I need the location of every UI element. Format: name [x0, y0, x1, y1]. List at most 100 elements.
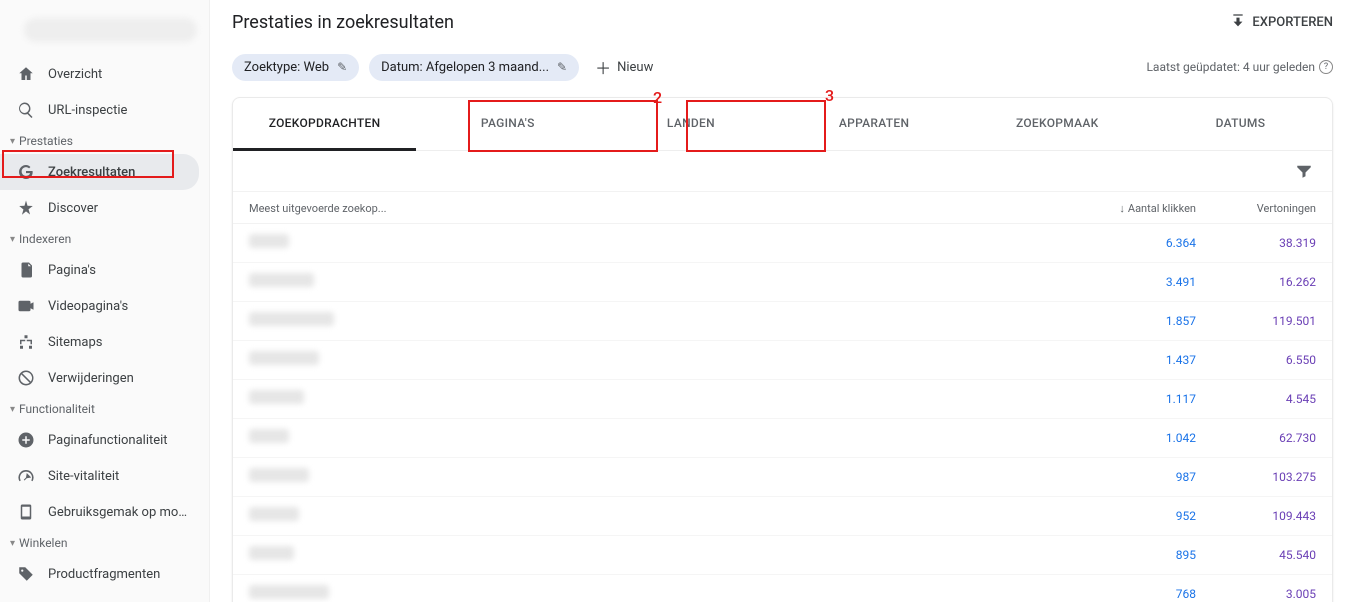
sidebar-item-site-vitaliteit[interactable]: Site-vitaliteit — [0, 458, 199, 494]
query-cell — [249, 585, 1056, 602]
last-updated: Laatst geüpdatet: 4 uur geleden ? — [1146, 60, 1333, 74]
sidebar-item-videopagina-s[interactable]: Videopagina's — [0, 288, 199, 324]
chevron-down-icon: ▾ — [10, 234, 15, 245]
impressions-cell: 38.319 — [1196, 236, 1316, 250]
tab-landen[interactable]: LANDEN — [599, 98, 782, 150]
query-cell — [249, 351, 1056, 369]
sidebar-item-label: Pagina's — [48, 263, 96, 278]
sidebar-item-pagina-s[interactable]: Pagina's — [0, 252, 199, 288]
clicks-cell: 768 — [1056, 587, 1196, 601]
filter-icon[interactable] — [1292, 159, 1316, 183]
sidebar-section[interactable]: ▾Winkelen — [0, 530, 209, 556]
plus-circle-icon — [16, 430, 36, 450]
download-icon — [1230, 13, 1246, 33]
table-row[interactable]: 1.857119.501 — [233, 302, 1332, 341]
sidebar-section[interactable]: ▾Indexeren — [0, 226, 209, 252]
query-cell — [249, 429, 1056, 447]
clicks-cell: 952 — [1056, 509, 1196, 523]
export-label: EXPORTEREN — [1252, 15, 1333, 30]
sidebar-item-gebruiksgemak-op-mob-[interactable]: Gebruiksgemak op mob... — [0, 494, 199, 530]
table-header: Meest uitgevoerde zoekop... ↓ Aantal kli… — [233, 192, 1332, 224]
sidebar-item-label: Paginafunctionaliteit — [48, 433, 168, 448]
table-row[interactable]: 1.4376.550 — [233, 341, 1332, 380]
impressions-cell: 45.540 — [1196, 548, 1316, 562]
sidebar-item-label: Verwijderingen — [48, 371, 134, 386]
new-filter-button[interactable]: ＋ Nieuw — [589, 51, 659, 83]
sidebar-item-label: Discover — [48, 201, 98, 216]
sidebar-item-overzicht[interactable]: Overzicht — [0, 56, 199, 92]
tab-zoekopdrachten[interactable]: ZOEKOPDRACHTEN — [233, 98, 416, 151]
sidebar-item-label: Videopagina's — [48, 299, 128, 314]
query-cell — [249, 507, 1056, 525]
chevron-down-icon: ▾ — [10, 136, 15, 147]
table-row[interactable]: 987103.275 — [233, 458, 1332, 497]
plus-icon: ＋ — [595, 55, 611, 79]
query-cell — [249, 234, 1056, 252]
sidebar-item-discover[interactable]: Discover — [0, 190, 199, 226]
table-row[interactable]: 1.04262.730 — [233, 419, 1332, 458]
pencil-icon: ✎ — [337, 60, 347, 74]
impressions-cell: 119.501 — [1196, 314, 1316, 328]
pencil-icon: ✎ — [557, 60, 567, 74]
clicks-cell: 1.042 — [1056, 431, 1196, 445]
table-row[interactable]: 1.1174.545 — [233, 380, 1332, 419]
tab-pagina-s[interactable]: PAGINA'S — [416, 98, 599, 150]
sidebar-item-verwijderingen[interactable]: Verwijderingen — [0, 360, 199, 396]
sidebar-section[interactable]: ▾Prestaties — [0, 128, 209, 154]
tab-apparaten[interactable]: APPARATEN — [783, 98, 966, 150]
sidebar-item-productfragmenten[interactable]: Productfragmenten — [0, 556, 199, 592]
sidebar-item-label: Sitemaps — [48, 335, 103, 350]
filter-chip-date[interactable]: Datum: Afgelopen 3 maand... ✎ — [369, 54, 579, 81]
sidebar-item-label: Overzicht — [48, 67, 102, 82]
impressions-cell: 16.262 — [1196, 275, 1316, 289]
help-icon[interactable]: ? — [1319, 60, 1333, 74]
impressions-cell: 3.005 — [1196, 587, 1316, 601]
tab-zoekopmaak[interactable]: ZOEKOPMAAK — [966, 98, 1149, 150]
table-row[interactable]: 7683.005 — [233, 575, 1332, 602]
sidebar-item-zoekresultaten[interactable]: Zoekresultaten — [0, 154, 199, 190]
query-cell — [249, 273, 1056, 291]
performance-card: ZOEKOPDRACHTENPAGINA'SLANDENAPPARATENZOE… — [232, 97, 1333, 602]
impressions-cell: 109.443 — [1196, 509, 1316, 523]
tab-datums[interactable]: DATUMS — [1149, 98, 1332, 150]
sidebar-item-verkopersvermeldingen[interactable]: Verkopersvermeldingen — [0, 592, 199, 602]
table-row[interactable]: 89545.540 — [233, 536, 1332, 575]
sidebar-item-paginafunctionaliteit[interactable]: Paginafunctionaliteit — [0, 422, 199, 458]
sidebar-item-label: Gebruiksgemak op mob... — [48, 505, 189, 520]
speed-icon — [16, 466, 36, 486]
col-query[interactable]: Meest uitgevoerde zoekop... — [249, 202, 1056, 215]
sort-down-icon: ↓ — [1119, 202, 1125, 215]
remove-icon — [16, 368, 36, 388]
property-selector[interactable] — [24, 18, 197, 42]
chevron-down-icon: ▾ — [10, 538, 15, 549]
table-row[interactable]: 6.36438.319 — [233, 224, 1332, 263]
table-row[interactable]: 3.49116.262 — [233, 263, 1332, 302]
clicks-cell: 1.117 — [1056, 392, 1196, 406]
sidebar-item-label: URL-inspectie — [48, 103, 127, 118]
query-cell — [249, 468, 1056, 486]
video-icon — [16, 296, 36, 316]
pages-icon — [16, 260, 36, 280]
page-title: Prestaties in zoekresultaten — [232, 12, 454, 33]
col-impressions[interactable]: Vertoningen — [1196, 202, 1316, 215]
clicks-cell: 6.364 — [1056, 236, 1196, 250]
home-icon — [16, 64, 36, 84]
chevron-down-icon: ▾ — [10, 404, 15, 415]
impressions-cell: 62.730 — [1196, 431, 1316, 445]
filter-chip-searchtype[interactable]: Zoektype: Web ✎ — [232, 54, 359, 81]
col-clicks[interactable]: ↓ Aantal klikken — [1056, 202, 1196, 215]
search-icon — [16, 100, 36, 120]
sidebar: Overzicht URL-inspectie ▾Prestaties Zoekres… — [0, 0, 210, 602]
filters-row: Zoektype: Web ✎ Datum: Afgelopen 3 maand… — [232, 51, 1333, 97]
sidebar-item-url-inspectie[interactable]: URL-inspectie — [0, 92, 199, 128]
sidebar-item-sitemaps[interactable]: Sitemaps — [0, 324, 199, 360]
clicks-cell: 895 — [1056, 548, 1196, 562]
clicks-cell: 3.491 — [1056, 275, 1196, 289]
export-button[interactable]: EXPORTEREN — [1230, 13, 1333, 33]
sidebar-section[interactable]: ▾Functionaliteit — [0, 396, 209, 422]
table-row[interactable]: 952109.443 — [233, 497, 1332, 536]
tabs-bar: ZOEKOPDRACHTENPAGINA'SLANDENAPPARATENZOE… — [233, 98, 1332, 151]
sidebar-item-label: Zoekresultaten — [48, 165, 135, 180]
sitemap-icon — [16, 332, 36, 352]
impressions-cell: 6.550 — [1196, 353, 1316, 367]
